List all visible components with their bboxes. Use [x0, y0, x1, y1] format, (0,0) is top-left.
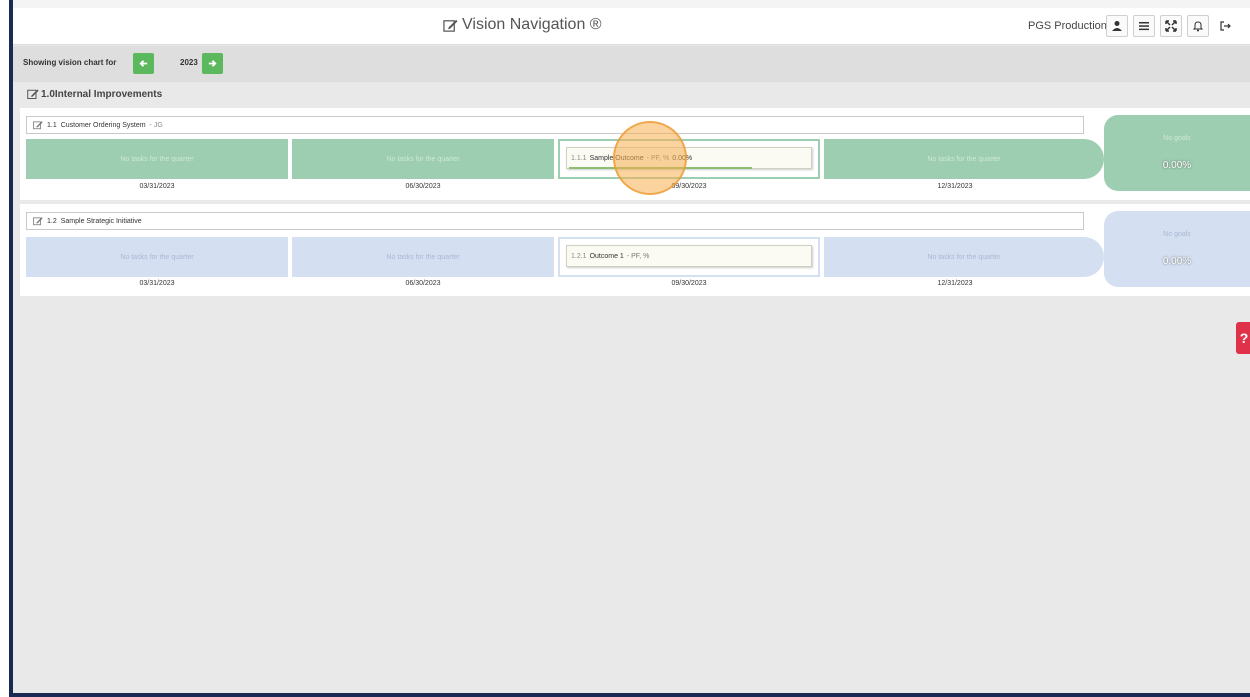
- initiative-card-1: 1.1 Customer Ordering System - JG No tas…: [20, 108, 1250, 200]
- quarter-date-q1: 03/31/2023: [139, 280, 175, 287]
- quarter-cell-q4[interactable]: No tasks for the quarter: [824, 237, 1104, 277]
- quarter-date-q4: 12/31/2023: [937, 280, 973, 287]
- initiative-card-2: 1.2 Sample Strategic Initiative No tasks…: [20, 204, 1250, 296]
- quarter-cell-q3[interactable]: 1.2.1 Outcome 1 - PF, %: [558, 237, 820, 277]
- outcome-code: 1.1.1: [571, 154, 587, 162]
- page-title-text: Vision Navigation ®: [462, 16, 602, 33]
- initiative-name: Customer Ordering System: [60, 121, 146, 129]
- no-tasks-text: No tasks for the quarter: [120, 253, 194, 261]
- user-button[interactable]: [1106, 15, 1128, 37]
- quarter-date-q4: 12/31/2023: [937, 183, 973, 190]
- outcome-name: Outcome 1: [589, 252, 624, 260]
- selected-year: 2023: [180, 58, 198, 67]
- outcome-card[interactable]: 1.1.1 Sample Outcome - PF, % 0.00%: [566, 147, 812, 169]
- notifications-button[interactable]: [1187, 15, 1209, 37]
- logout-icon: [1220, 21, 1231, 31]
- initiative-code: 1.2: [47, 217, 57, 225]
- menu-button[interactable]: [1133, 15, 1155, 37]
- quarter-cell-q1[interactable]: No tasks for the quarter: [26, 237, 288, 277]
- outcome-card[interactable]: 1.2.1 Outcome 1 - PF, %: [566, 245, 812, 267]
- arrow-left-icon: [139, 60, 148, 67]
- organization-name[interactable]: PGS Production: [1028, 20, 1107, 32]
- quarter-date-q2: 06/30/2023: [405, 280, 441, 287]
- no-goals-text: No goals: [1163, 135, 1191, 142]
- outcome-meta: - PF, %: [646, 154, 670, 162]
- outcome-progress-bar: [569, 167, 752, 169]
- outcome-name: Sample Outcome: [589, 154, 644, 162]
- top-strip: [0, 0, 1250, 8]
- logout-button[interactable]: [1214, 15, 1236, 37]
- quarter-cell-q1[interactable]: No tasks for the quarter: [26, 139, 288, 179]
- no-tasks-text: No tasks for the quarter: [927, 155, 1001, 163]
- initiative-name: Sample Strategic Initiative: [60, 217, 142, 225]
- initiative-owner: - JG: [149, 121, 163, 129]
- next-year-button[interactable]: [202, 53, 223, 74]
- outcome-value: 0.00%: [672, 154, 693, 162]
- no-tasks-text: No tasks for the quarter: [386, 155, 460, 163]
- no-tasks-text: No tasks for the quarter: [120, 155, 194, 163]
- no-goals-text: No goals: [1163, 231, 1191, 238]
- quarter-date-q2: 06/30/2023: [405, 183, 441, 190]
- app-header: Vision Navigation ® PGS Production: [13, 8, 1250, 45]
- group-title-text: 1.0Internal Improvements: [41, 88, 163, 100]
- expand-icon: [1165, 20, 1177, 32]
- edit-icon: [443, 19, 458, 32]
- fullscreen-button[interactable]: [1160, 15, 1182, 37]
- menu-icon: [1139, 22, 1149, 31]
- year-selector-bar: Showing vision chart for 2023: [13, 46, 1250, 82]
- year-selector-label: Showing vision chart for: [23, 58, 117, 67]
- quarter-date-q3: 09/30/2023: [671, 183, 707, 190]
- quarter-cell-q2[interactable]: No tasks for the quarter: [292, 139, 554, 179]
- edit-icon: [33, 121, 43, 130]
- initiative-code: 1.1: [47, 121, 57, 129]
- goal-panel[interactable]: No goals 0.00%: [1104, 115, 1250, 191]
- quarter-cell-q3[interactable]: 1.1.1 Sample Outcome - PF, % 0.00%: [558, 139, 820, 179]
- previous-year-button[interactable]: [133, 53, 154, 74]
- goal-percentage: 0.00%: [1162, 256, 1192, 267]
- outcome-meta: - PF, %: [626, 252, 650, 260]
- initiative-title-bar[interactable]: 1.2 Sample Strategic Initiative: [26, 212, 1084, 230]
- edit-icon: [33, 217, 43, 226]
- no-tasks-text: No tasks for the quarter: [386, 253, 460, 261]
- arrow-right-icon: [208, 60, 217, 67]
- goal-percentage: 0.00%: [1162, 160, 1192, 171]
- quarter-date-q1: 03/31/2023: [139, 183, 175, 190]
- left-frame-border: [9, 0, 13, 697]
- group-title[interactable]: 1.0Internal Improvements: [27, 88, 162, 100]
- no-tasks-text: No tasks for the quarter: [927, 253, 1001, 261]
- help-badge[interactable]: ?: [1236, 322, 1250, 354]
- bottom-frame-border: [9, 693, 1250, 697]
- edit-icon: [27, 89, 39, 99]
- quarter-cell-q4[interactable]: No tasks for the quarter: [824, 139, 1104, 179]
- quarter-cell-q2[interactable]: No tasks for the quarter: [292, 237, 554, 277]
- quarter-date-q3: 09/30/2023: [671, 280, 707, 287]
- bell-icon: [1192, 21, 1204, 32]
- user-icon: [1112, 21, 1122, 31]
- page-title: Vision Navigation ®: [443, 16, 602, 34]
- outcome-code: 1.2.1: [571, 252, 587, 260]
- goal-panel[interactable]: No goals 0.00%: [1104, 211, 1250, 287]
- initiative-title-bar[interactable]: 1.1 Customer Ordering System - JG: [26, 116, 1084, 134]
